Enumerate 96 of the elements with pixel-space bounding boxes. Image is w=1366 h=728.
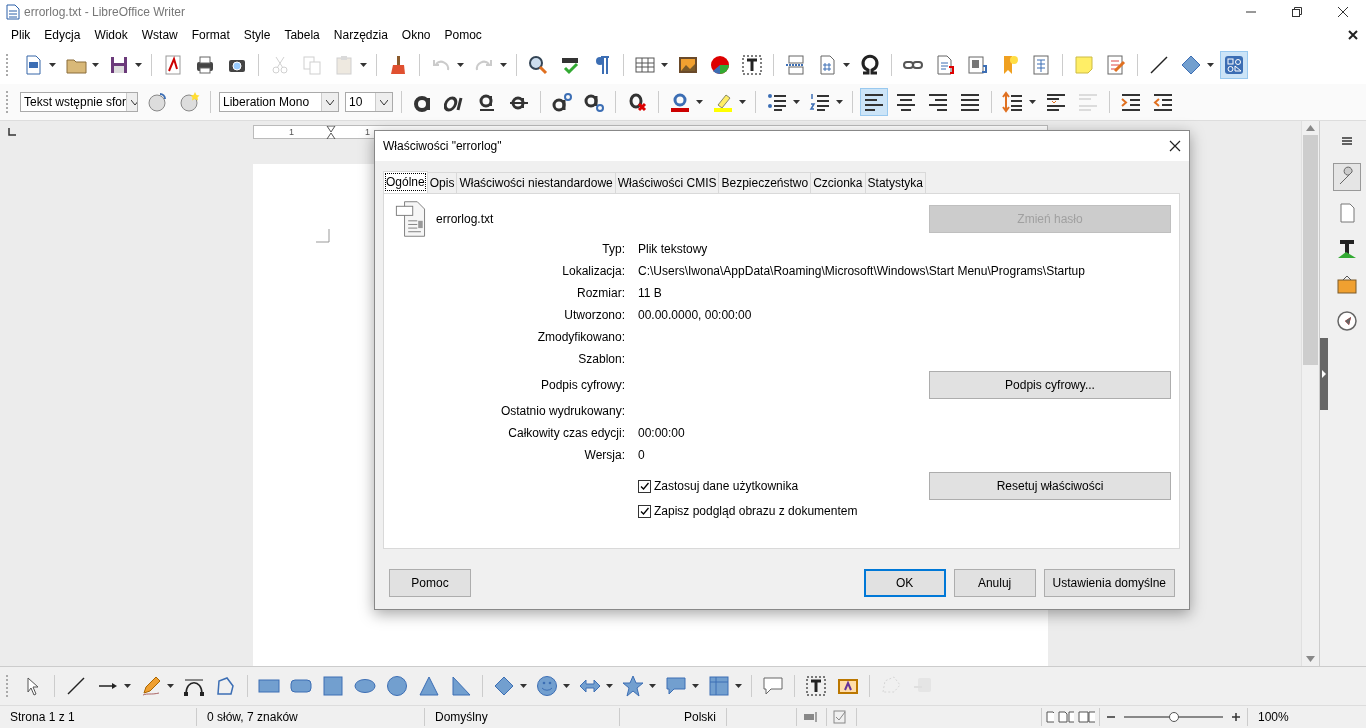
caret-icon[interactable] <box>131 99 137 105</box>
caret-icon[interactable] <box>326 99 334 105</box>
caret-icon[interactable] <box>49 63 56 67</box>
ruler-number: 1 <box>289 127 294 137</box>
field-value: 11 B <box>638 286 662 300</box>
page-style: Domyślny <box>425 708 620 726</box>
dialog-button[interactable]: Anuluj <box>953 569 1036 597</box>
caret-icon[interactable] <box>92 63 99 67</box>
field-label: Lokalizacja: <box>561 263 625 280</box>
font-size-dropdown[interactable]: 10 <box>345 92 393 112</box>
field-value: 00:00:00 <box>638 426 685 440</box>
caret-icon[interactable] <box>1207 63 1214 67</box>
scroll-down-icon[interactable] <box>1306 656 1315 662</box>
caret-icon[interactable] <box>836 100 843 104</box>
menu-item[interactable]: Format <box>184 26 237 44</box>
paragraph-style-dropdown[interactable]: Tekst wstępnie sfor <box>20 92 138 112</box>
caret-icon[interactable] <box>661 63 668 67</box>
checkbox[interactable] <box>638 479 651 493</box>
caret-icon[interactable] <box>167 684 174 688</box>
digital-signature-button[interactable]: Podpis cyfrowy... <box>929 371 1171 399</box>
menu-item[interactable]: Wstaw <box>134 26 185 44</box>
field-value: Plik tekstowy <box>638 242 708 256</box>
tab-stop-icon[interactable] <box>8 128 16 136</box>
caret-icon[interactable] <box>380 99 388 105</box>
menu-item[interactable]: Style <box>236 26 278 44</box>
selection-mode-icon[interactable] <box>803 711 819 723</box>
wrench-icon[interactable] <box>1333 163 1361 191</box>
close-icon[interactable] <box>1348 30 1358 40</box>
menu-item[interactable]: Plik <box>4 26 38 44</box>
field-label: Typ: <box>601 241 625 258</box>
tab[interactable]: Statystyka <box>864 172 926 193</box>
document-icon <box>6 4 20 20</box>
field-label: Ostatnio wydrukowany: <box>499 403 625 420</box>
caret-icon[interactable] <box>563 684 570 688</box>
file-name: errorlog.txt <box>436 212 494 226</box>
tab[interactable]: Ogólne <box>383 171 428 193</box>
dialog-button[interactable]: Ustawienia domyślne <box>1043 569 1175 597</box>
menu-item[interactable]: Tabela <box>277 26 327 44</box>
field-value: 00.00.0000, 00:00:00 <box>638 308 752 322</box>
vertical-scrollbar[interactable] <box>1301 121 1319 666</box>
multi-page-view-icon[interactable] <box>1057 711 1074 723</box>
menu-item[interactable]: Widok <box>87 26 135 44</box>
caret-icon[interactable] <box>739 100 746 104</box>
text-boundary-corner <box>316 229 330 243</box>
dialog-title: Właściwości "errorlog" <box>383 139 502 153</box>
font-name-dropdown[interactable]: Liberation Mono <box>219 92 339 112</box>
page-count: Strona 1 z 1 <box>0 708 197 726</box>
field-label: Całkowity czas edycji: <box>507 425 625 442</box>
menu-item[interactable]: Okno <box>394 26 438 44</box>
caret-icon[interactable] <box>696 100 703 104</box>
menu-item[interactable]: Edycja <box>37 26 88 44</box>
menu-item[interactable]: Narzędzia <box>326 26 395 44</box>
tab[interactable]: Bezpieczeństwo <box>718 172 812 193</box>
zoom-level[interactable]: 100% <box>1248 708 1299 726</box>
field-value: 0 <box>638 448 645 462</box>
scroll-up-icon[interactable] <box>1306 125 1315 131</box>
single-page-view-icon[interactable] <box>1046 711 1054 723</box>
caret-icon[interactable] <box>520 684 527 688</box>
field-label: Szablon: <box>577 351 625 368</box>
checkbox-label: Zastosuj dane użytkownika <box>654 478 799 495</box>
menu-item[interactable]: Pomoc <box>437 26 489 44</box>
dialog-button[interactable]: OK <box>863 569 946 597</box>
caret-icon[interactable] <box>500 63 507 67</box>
language: Polski <box>620 708 727 726</box>
word-count: 0 słów, 7 znaków <box>197 708 425 726</box>
caret-icon[interactable] <box>457 63 464 67</box>
checkbox-label: Zapisz podgląd obrazu z dokumentem <box>654 503 858 520</box>
caret-icon[interactable] <box>360 63 367 67</box>
caret-icon[interactable] <box>692 684 699 688</box>
indent-marker-icon[interactable] <box>326 126 336 139</box>
zoom-in-icon[interactable] <box>1231 712 1241 722</box>
caret-icon[interactable] <box>649 684 656 688</box>
field-label: Zmodyfikowano: <box>536 329 625 346</box>
close-icon[interactable] <box>1169 140 1181 152</box>
caret-icon[interactable] <box>735 684 742 688</box>
ruler-number: 1 <box>365 127 370 137</box>
book-view-icon[interactable] <box>1077 711 1095 723</box>
field-label: Wersja: <box>583 447 625 464</box>
caret-icon[interactable] <box>135 63 142 67</box>
caret-icon[interactable] <box>843 63 850 67</box>
reset-properties-button[interactable]: Resetuj właściwości <box>929 472 1171 500</box>
field-value: C:\Users\Iwona\AppData\Roaming\Microsoft\Windows\Start Menu\Programs\Startup <box>638 264 1085 278</box>
basic-shapes-icon[interactable] <box>1220 51 1248 79</box>
field-label: Podpis cyfrowy: <box>539 377 625 394</box>
checkbox[interactable] <box>638 504 651 518</box>
help-button[interactable]: Pomoc <box>389 569 471 597</box>
window-title: errorlog.txt - LibreOffice Writer <box>24 5 185 19</box>
align-left-icon[interactable] <box>860 88 888 116</box>
caret-icon[interactable] <box>793 100 800 104</box>
field-label: Utworzono: <box>563 307 625 324</box>
caret-icon[interactable] <box>606 684 613 688</box>
caret-icon[interactable] <box>124 684 131 688</box>
caret-icon[interactable] <box>1029 100 1036 104</box>
sidebar-collapse-handle[interactable] <box>1320 338 1328 410</box>
document-modified-icon <box>833 710 847 724</box>
field-label: Rozmiar: <box>576 285 625 302</box>
